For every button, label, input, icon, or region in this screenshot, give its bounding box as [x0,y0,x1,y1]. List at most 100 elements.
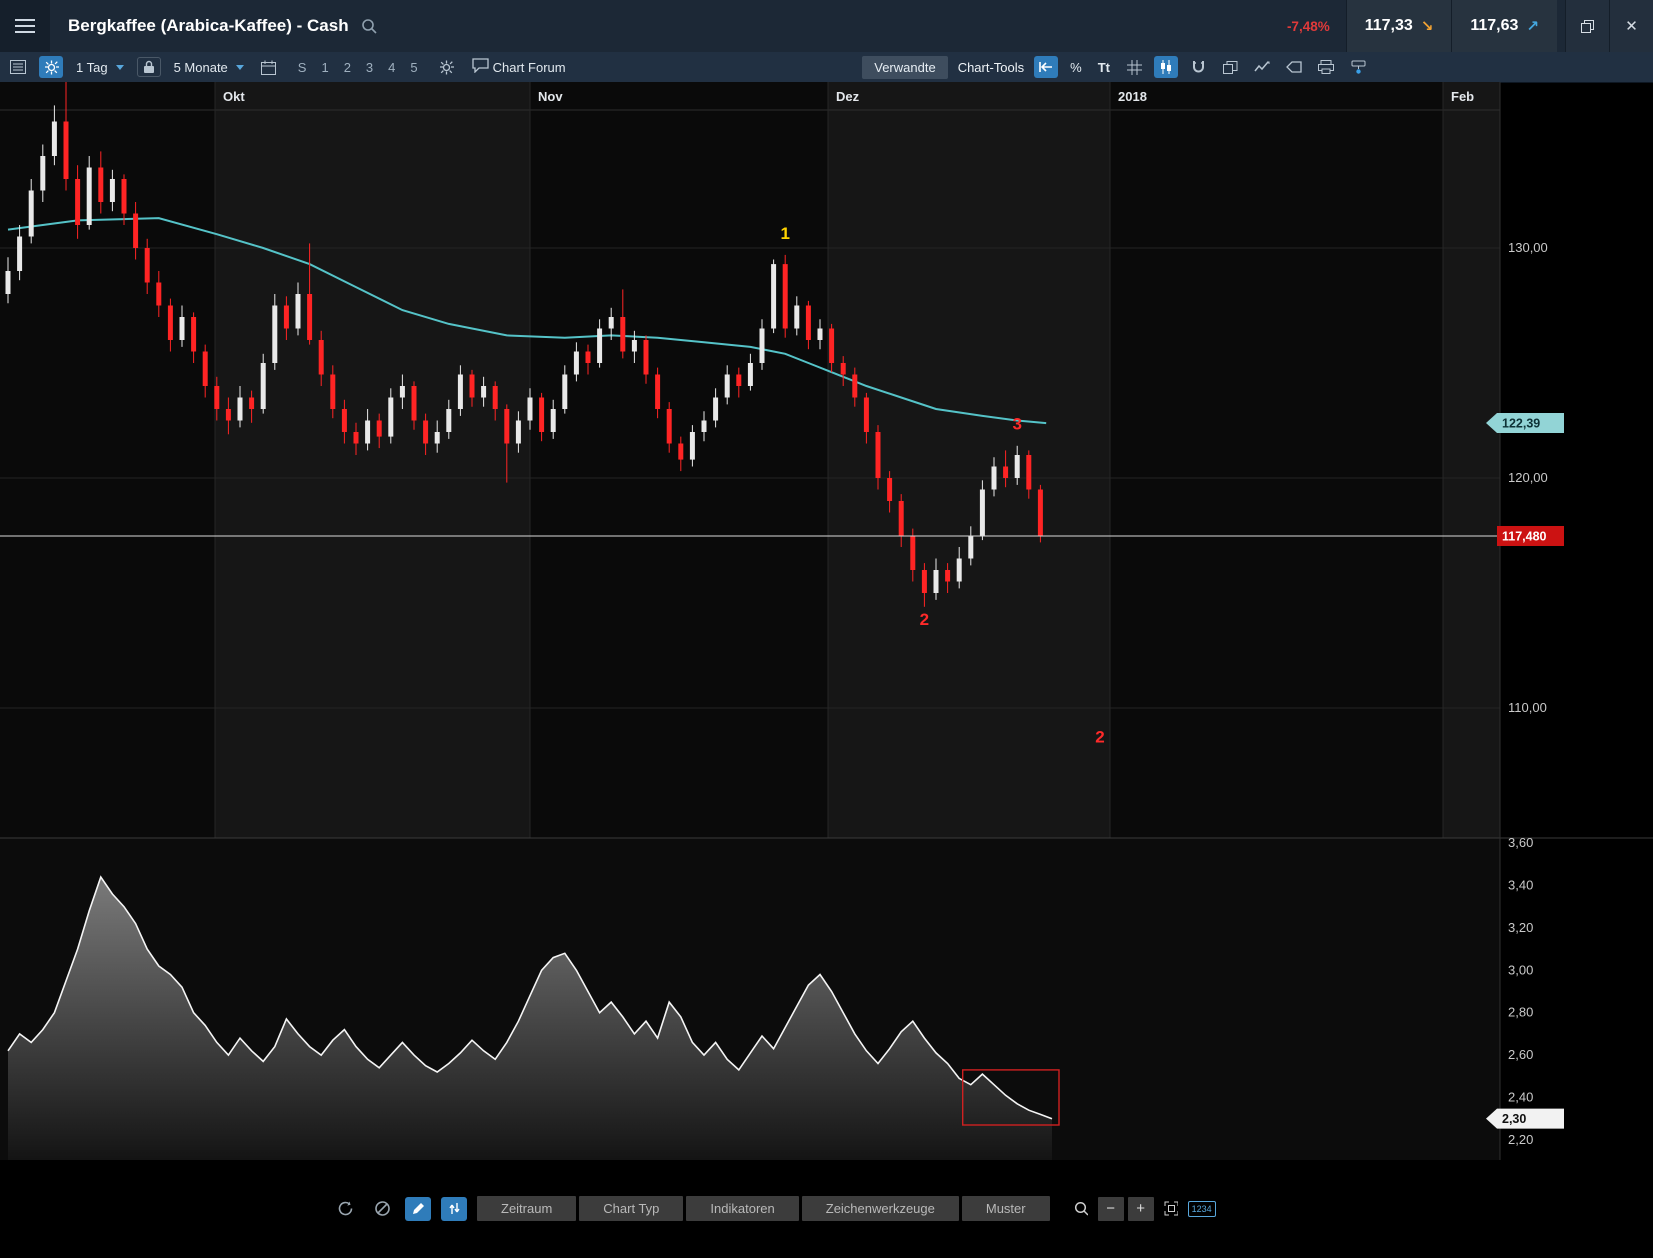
verwandte-button[interactable]: Verwandte [862,56,947,79]
candle-body [504,409,509,444]
sort-arrows-icon[interactable] [441,1197,467,1221]
preset-4[interactable]: 4 [388,60,395,75]
fit-screen-icon[interactable] [1158,1197,1184,1221]
preset-3[interactable]: 3 [366,60,373,75]
candle-body [725,375,730,398]
candlestick-type-icon[interactable] [1154,56,1178,78]
appearance-icon[interactable] [1346,56,1370,78]
candle-body [377,421,382,437]
bottom-tab-group: ZeitraumChart TypIndikatorenZeichenwerkz… [477,1196,1050,1221]
zoom-in-button[interactable]: + [1128,1197,1154,1221]
settings-gear-icon[interactable] [435,56,459,78]
candle-body [806,306,811,341]
price-chart-canvas[interactable]: OktNovDez2018Feb1232130,00120,00110,003,… [0,82,1653,1258]
candle-body [597,329,602,364]
buy-price-button[interactable]: 117,63 ↗ [1451,0,1557,52]
candle-body [133,214,138,249]
candle-body [980,490,985,536]
zoom-out-button[interactable]: − [1098,1197,1124,1221]
bottom-tab-zeichenwerkzeuge[interactable]: Zeichenwerkzeuge [802,1196,959,1221]
windows-layout-icon[interactable] [1218,56,1242,78]
price-tick-label: 130,00 [1508,240,1548,255]
menu-button[interactable] [0,0,50,52]
candle-body [354,432,359,444]
candle-body [516,421,521,444]
candle-body [214,386,219,409]
preset-range-buttons: S1 2345 [298,60,418,75]
candle-body [794,306,799,329]
print-icon[interactable] [1314,56,1338,78]
indicator-tick-label: 3,40 [1508,877,1533,892]
trendline-icon[interactable] [1250,56,1274,78]
chart-settings-gear-icon[interactable] [39,56,63,78]
wave-annotation: 2 [1095,728,1104,747]
bottom-tab-indikatoren[interactable]: Indikatoren [686,1196,798,1221]
preset-s[interactable]: S [298,60,307,75]
magnifier-icon[interactable] [1068,1197,1094,1221]
candle-body [296,294,301,329]
range-value: 5 Monate [174,60,228,75]
candle-body [412,386,417,421]
disable-drawing-icon[interactable] [369,1197,395,1221]
candle-body [864,398,869,433]
preset-1[interactable]: 1 [321,60,328,75]
candle-body [586,352,591,364]
candle-body [667,409,672,444]
candle-body [388,398,393,437]
candle-body [319,340,324,375]
change-percent: -7,48% [1287,19,1330,34]
wave-annotation: 2 [920,610,929,629]
toolbar-left-group: 1 Tag 5 Monate S1 2345 Chart Forum [0,56,570,78]
range-select[interactable]: 5 Monate [170,58,248,77]
chat-bubble-icon [472,58,489,76]
chart-forum-button[interactable]: Chart Forum [468,56,570,78]
magnet-icon[interactable] [1186,56,1210,78]
candle-body [968,536,973,559]
candle-body [203,352,208,387]
pencil-icon[interactable] [405,1197,431,1221]
close-window-button[interactable]: ✕ [1609,0,1653,52]
page-numbers-button[interactable]: 1234 [1188,1201,1216,1217]
candle-body [400,386,405,398]
indicator-tick-label: 2,20 [1508,1132,1533,1147]
current-price-badge-label: 117,480 [1502,529,1547,543]
restore-window-button[interactable] [1565,0,1609,52]
preset-5[interactable]: 5 [410,60,417,75]
candle-body [574,352,579,375]
candle-body [493,386,498,409]
percent-scale-button[interactable]: % [1066,58,1086,77]
month-column-shading [1443,82,1500,838]
preset-2[interactable]: 2 [344,60,351,75]
title-bar: Bergkaffee (Arabica-Kaffee) - Cash -7,48… [0,0,1653,53]
candle-body [922,570,927,593]
month-label: 2018 [1118,89,1147,104]
timeframe-select[interactable]: 1 Tag [72,58,128,77]
sell-price-button[interactable]: 117,33 ↘ [1346,0,1452,52]
calendar-icon[interactable] [257,56,281,78]
toolbar-right-group: Verwandte Chart-Tools % Tt [862,56,1370,79]
price-up-arrow-icon: ↗ [1526,17,1539,35]
wave-annotation: 3 [1012,415,1021,434]
bottom-tab-zeitraum[interactable]: Zeitraum [477,1196,576,1221]
candle-body [609,317,614,329]
back-label-icon[interactable] [1282,56,1306,78]
candle-body [644,340,649,375]
candle-body [1026,455,1031,490]
dock-left-icon[interactable] [1034,56,1058,78]
bottom-toolbar: ZeitraumChart TypIndikatorenZeichenwerkz… [333,1196,1216,1221]
candle-body [272,306,277,364]
candle-body [435,432,440,444]
quote-panel-icon[interactable] [6,56,30,78]
lock-icon[interactable] [137,57,161,77]
bottom-tab-chart-typ[interactable]: Chart Typ [579,1196,683,1221]
text-size-button[interactable]: Tt [1094,58,1114,77]
refresh-icon[interactable] [333,1197,359,1221]
price-down-arrow-icon: ↘ [1421,17,1434,35]
search-icon[interactable] [361,18,377,34]
candle-body [423,421,428,444]
candle-body [470,375,475,398]
candle-body [655,375,660,410]
bottom-tab-muster[interactable]: Muster [962,1196,1050,1221]
price-tick-label: 110,00 [1508,700,1547,715]
grid-icon[interactable] [1122,56,1146,78]
